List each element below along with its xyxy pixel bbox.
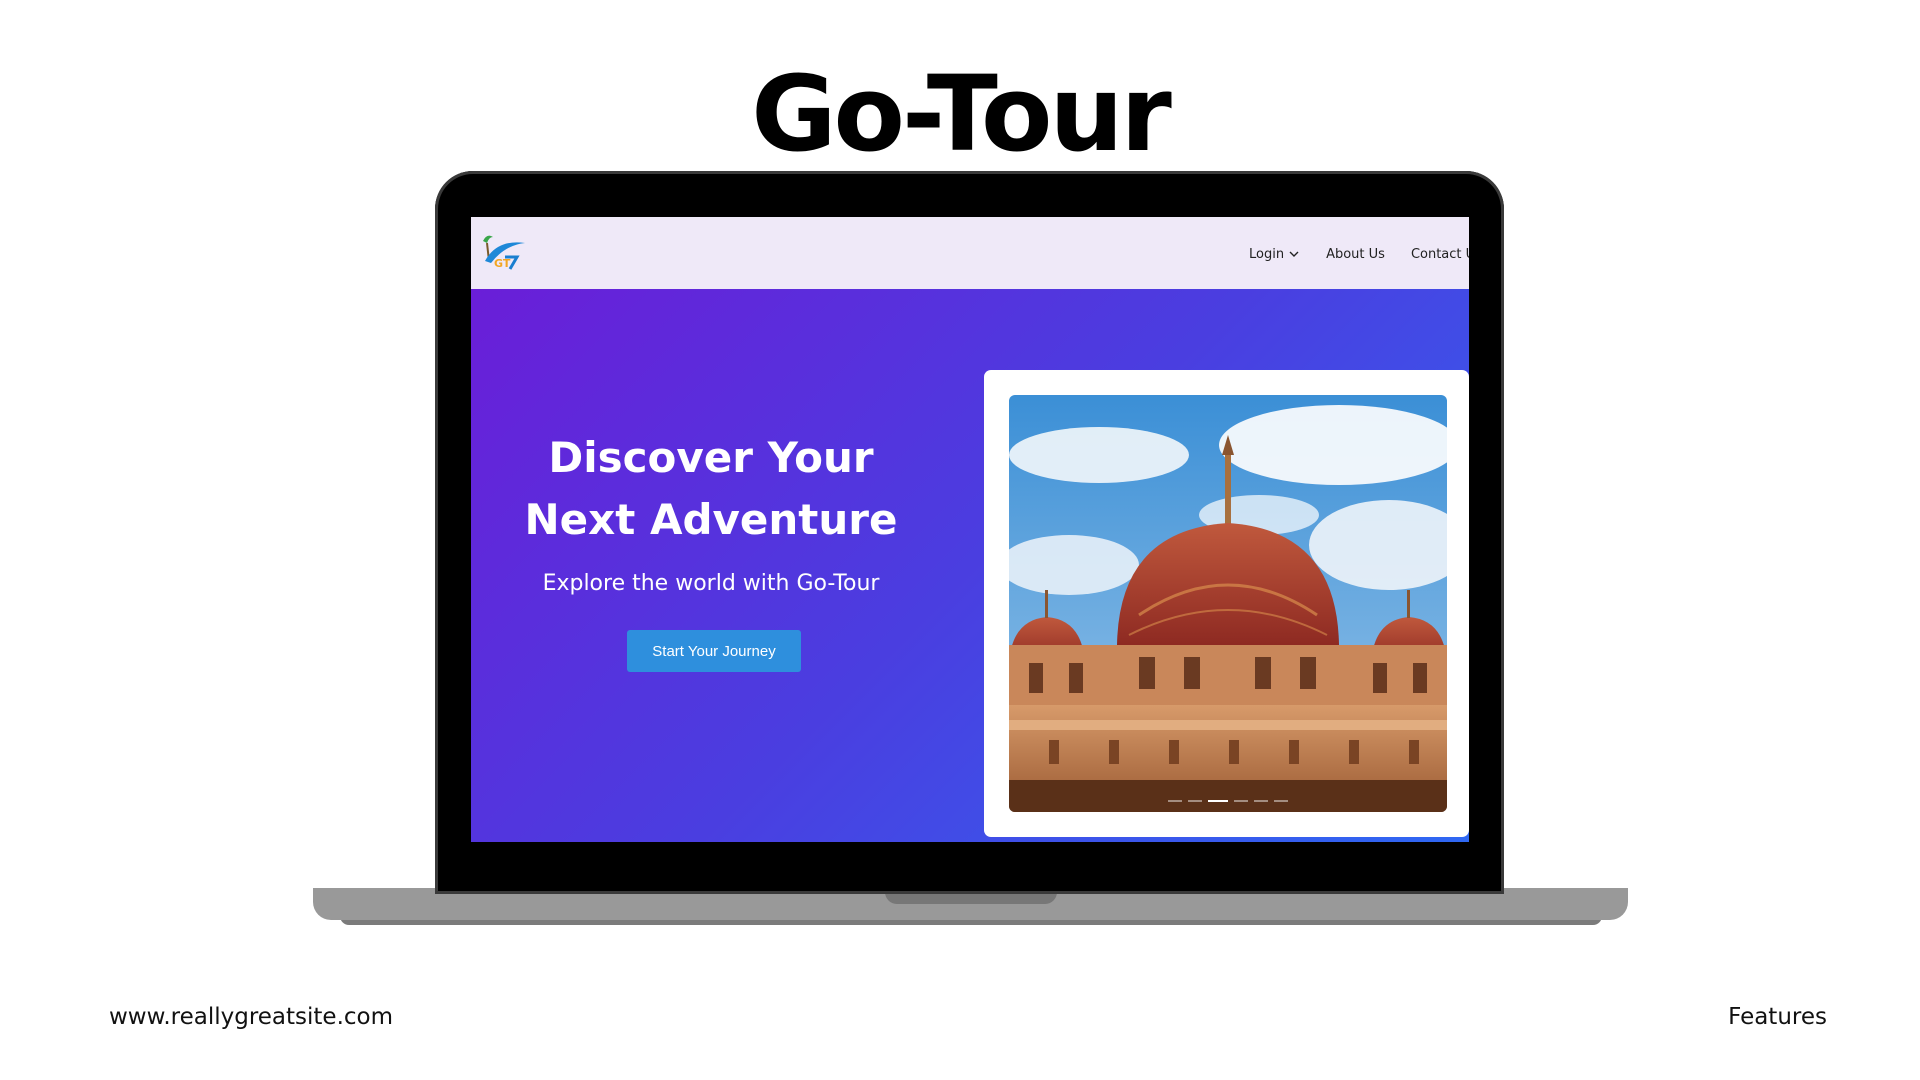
- nav-login-dropdown[interactable]: Login: [1249, 247, 1300, 262]
- carousel-indicators: [1009, 800, 1447, 802]
- svg-text:GT: GT: [494, 257, 511, 270]
- carousel-image-mosque[interactable]: [1009, 395, 1447, 812]
- hero-section: Discover Your Next Adventure Explore the…: [471, 289, 1469, 842]
- carousel-indicator[interactable]: [1274, 800, 1288, 802]
- carousel-indicator[interactable]: [1254, 800, 1268, 802]
- hero-title: Discover Your Next Adventure: [524, 433, 898, 544]
- nav-bar: Login About Us Contact Us: [1249, 244, 1469, 264]
- site-header: GT Login About Us Contact Us: [471, 217, 1469, 289]
- laptop-screen: GT Login About Us Contact Us Discover Yo…: [471, 217, 1469, 842]
- slide-title: Go-Tour: [751, 53, 1172, 175]
- carousel-indicator[interactable]: [1188, 800, 1202, 802]
- start-journey-button[interactable]: Start Your Journey: [627, 630, 801, 672]
- carousel-indicator-active[interactable]: [1208, 800, 1228, 802]
- palm-logo-icon: GT: [483, 235, 525, 270]
- site-logo[interactable]: GT: [477, 227, 529, 279]
- nav-about-link[interactable]: About Us: [1326, 247, 1385, 262]
- carousel-card: [984, 370, 1469, 837]
- hero-subtitle: Explore the world with Go-Tour: [542, 571, 880, 596]
- nav-login-label: Login: [1249, 246, 1285, 262]
- carousel-indicator[interactable]: [1234, 800, 1248, 802]
- chevron-down-icon: [1289, 251, 1299, 257]
- nav-contact-link[interactable]: Contact Us: [1411, 247, 1469, 262]
- footer-features-label: Features: [1728, 1004, 1827, 1030]
- mosque-illustration: [1009, 395, 1447, 812]
- slide: Go-Tour GT Login About Us Contact Discov…: [0, 0, 1920, 1080]
- carousel-indicator[interactable]: [1168, 800, 1182, 802]
- footer-url: www.reallygreatsite.com: [109, 1004, 394, 1030]
